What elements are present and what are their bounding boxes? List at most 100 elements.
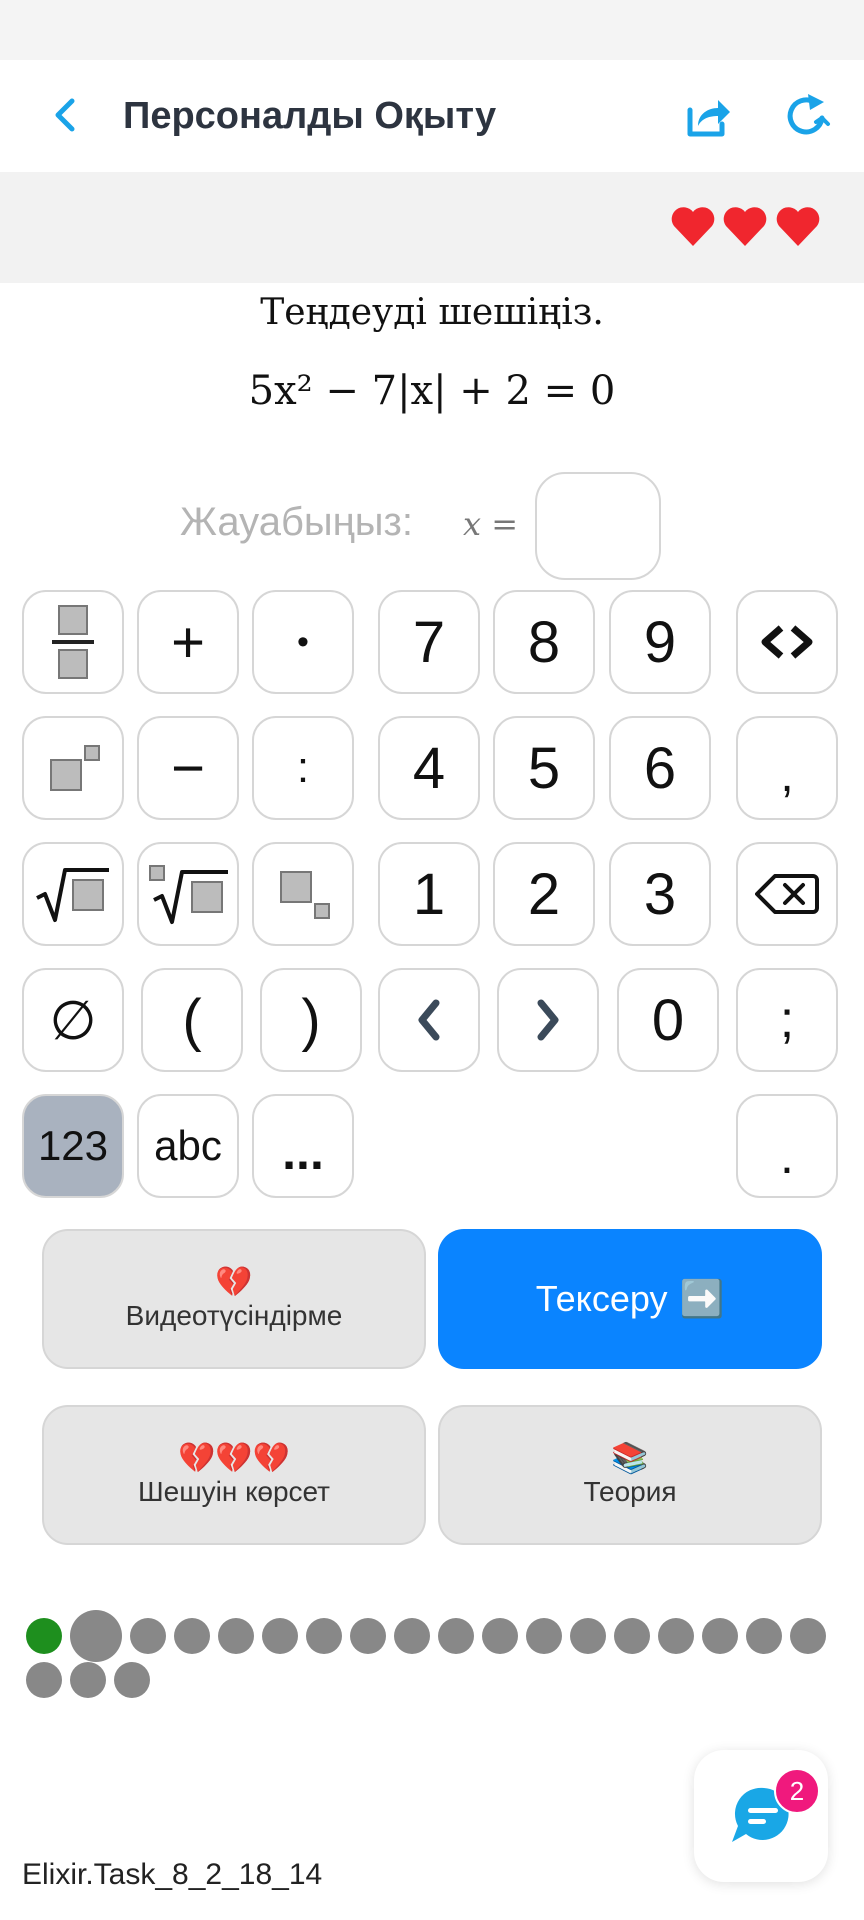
books-icon: 📚 — [611, 1442, 649, 1475]
digit-8-key[interactable]: 8 — [493, 590, 595, 694]
status-bar — [0, 0, 864, 60]
progress-dot[interactable] — [570, 1618, 606, 1654]
share-button[interactable] — [680, 88, 736, 144]
key-label: 0 — [651, 987, 685, 1053]
subscript-icon — [280, 871, 330, 919]
share-icon — [687, 100, 730, 137]
check-label: Тексеру — [535, 1278, 668, 1319]
digit-9-key[interactable]: 9 — [609, 590, 711, 694]
fraction-key[interactable] — [22, 590, 124, 694]
check-button[interactable]: Тексеру ➡️ — [438, 1229, 822, 1369]
show-solution-label: Шешуін көрсет — [137, 1476, 331, 1507]
cursor-right-key[interactable] — [497, 968, 599, 1072]
progress-dot[interactable] — [174, 1618, 210, 1654]
minus-key[interactable]: − — [137, 716, 239, 820]
progress-dot[interactable] — [262, 1618, 298, 1654]
lives-bar — [0, 172, 864, 283]
close-paren-key[interactable]: ) — [260, 968, 362, 1072]
progress-dot[interactable] — [614, 1618, 650, 1654]
notification-badge: 2 — [774, 1768, 820, 1814]
theory-label: Теория — [583, 1476, 677, 1507]
empty-set-key[interactable]: ∅ — [22, 968, 124, 1072]
progress-dot[interactable] — [350, 1618, 386, 1654]
key-label: 123 — [37, 1122, 109, 1169]
key-label: : — [296, 743, 310, 792]
back-button[interactable] — [40, 90, 90, 140]
heart-icon — [671, 207, 715, 246]
key-label: ∅ — [49, 990, 97, 1051]
progress-dot[interactable] — [114, 1662, 150, 1698]
progress-dot[interactable] — [702, 1618, 738, 1654]
nth-root-key[interactable] — [137, 842, 239, 946]
progress-dot[interactable] — [70, 1662, 106, 1698]
sqrt-key[interactable] — [22, 842, 124, 946]
task-id: Elixir.Task_8_2_18_14 — [22, 1858, 323, 1891]
key-label: 9 — [643, 609, 677, 675]
numeric-mode-key[interactable]: 123 — [22, 1094, 124, 1198]
digit-6-key[interactable]: 6 — [609, 716, 711, 820]
progress-dot[interactable] — [482, 1618, 518, 1654]
power-icon — [50, 745, 100, 791]
key-label: 4 — [412, 735, 446, 801]
comma-key[interactable]: , — [736, 716, 838, 820]
show-solution-button[interactable]: 💔💔💔 Шешуін көрсет — [42, 1405, 426, 1545]
progress-dot[interactable] — [438, 1618, 474, 1654]
progress-dot[interactable] — [306, 1618, 342, 1654]
backspace-key[interactable] — [736, 842, 838, 946]
refresh-button[interactable] — [778, 88, 834, 144]
fraction-icon — [52, 605, 94, 679]
key-label: . — [780, 1128, 794, 1184]
toggle-keyboard-key[interactable] — [736, 590, 838, 694]
power-key[interactable] — [22, 716, 124, 820]
open-paren-key[interactable]: ( — [141, 968, 243, 1072]
period-key[interactable]: . — [736, 1094, 838, 1198]
key-label: • — [297, 622, 309, 661]
digit-4-key[interactable]: 4 — [378, 716, 480, 820]
theory-button[interactable]: 📚 Теория — [438, 1405, 822, 1545]
page-title: Персоналды Оқыту — [123, 95, 497, 137]
digit-0-key[interactable]: 0 — [617, 968, 719, 1072]
progress-dot[interactable] — [26, 1662, 62, 1698]
video-explanation-label: Видеотүсіндірме — [125, 1300, 343, 1331]
divide-key[interactable]: : — [252, 716, 354, 820]
chevron-left-icon — [418, 999, 440, 1041]
digit-5-key[interactable]: 5 — [493, 716, 595, 820]
semicolon-key[interactable]: ; — [736, 968, 838, 1072]
heart-icon — [776, 207, 820, 246]
plus-key[interactable]: + — [137, 590, 239, 694]
refresh-icon — [787, 94, 830, 135]
key-label: − — [171, 735, 205, 801]
progress-dot[interactable] — [26, 1618, 62, 1654]
more-symbols-key[interactable]: ... — [252, 1094, 354, 1198]
chat-button[interactable]: 2 — [694, 1750, 828, 1882]
progress-dot[interactable] — [394, 1618, 430, 1654]
key-label: ... — [282, 1124, 324, 1180]
chevron-right-icon — [537, 999, 559, 1041]
progress-dot[interactable] — [526, 1618, 562, 1654]
progress-dot[interactable] — [746, 1618, 782, 1654]
key-label: abc — [154, 1122, 222, 1169]
key-label: 1 — [412, 861, 446, 927]
sqrt-icon — [36, 868, 109, 922]
progress-dot-current[interactable] — [70, 1610, 122, 1662]
key-label: 3 — [643, 861, 677, 927]
progress-dot[interactable] — [130, 1618, 166, 1654]
progress-dot[interactable] — [790, 1618, 826, 1654]
progress-dot[interactable] — [658, 1618, 694, 1654]
key-label: 5 — [527, 735, 561, 801]
angle-brackets-icon — [761, 625, 813, 659]
digit-3-key[interactable]: 3 — [609, 842, 711, 946]
alpha-mode-key[interactable]: abc — [137, 1094, 239, 1198]
question-formula: 5x² − 7|x| + 2 = 0 — [0, 368, 864, 414]
subscript-key[interactable] — [252, 842, 354, 946]
formula-text: 5x² − 7|x| + 2 = 0 — [248, 368, 616, 414]
answer-input[interactable] — [535, 472, 661, 580]
key-label: ( — [182, 987, 202, 1053]
digit-7-key[interactable]: 7 — [378, 590, 480, 694]
multiply-key[interactable]: • — [252, 590, 354, 694]
digit-2-key[interactable]: 2 — [493, 842, 595, 946]
progress-dot[interactable] — [218, 1618, 254, 1654]
cursor-left-key[interactable] — [378, 968, 480, 1072]
video-explanation-button[interactable]: 💔 Видеотүсіндірме — [42, 1229, 426, 1369]
digit-1-key[interactable]: 1 — [378, 842, 480, 946]
